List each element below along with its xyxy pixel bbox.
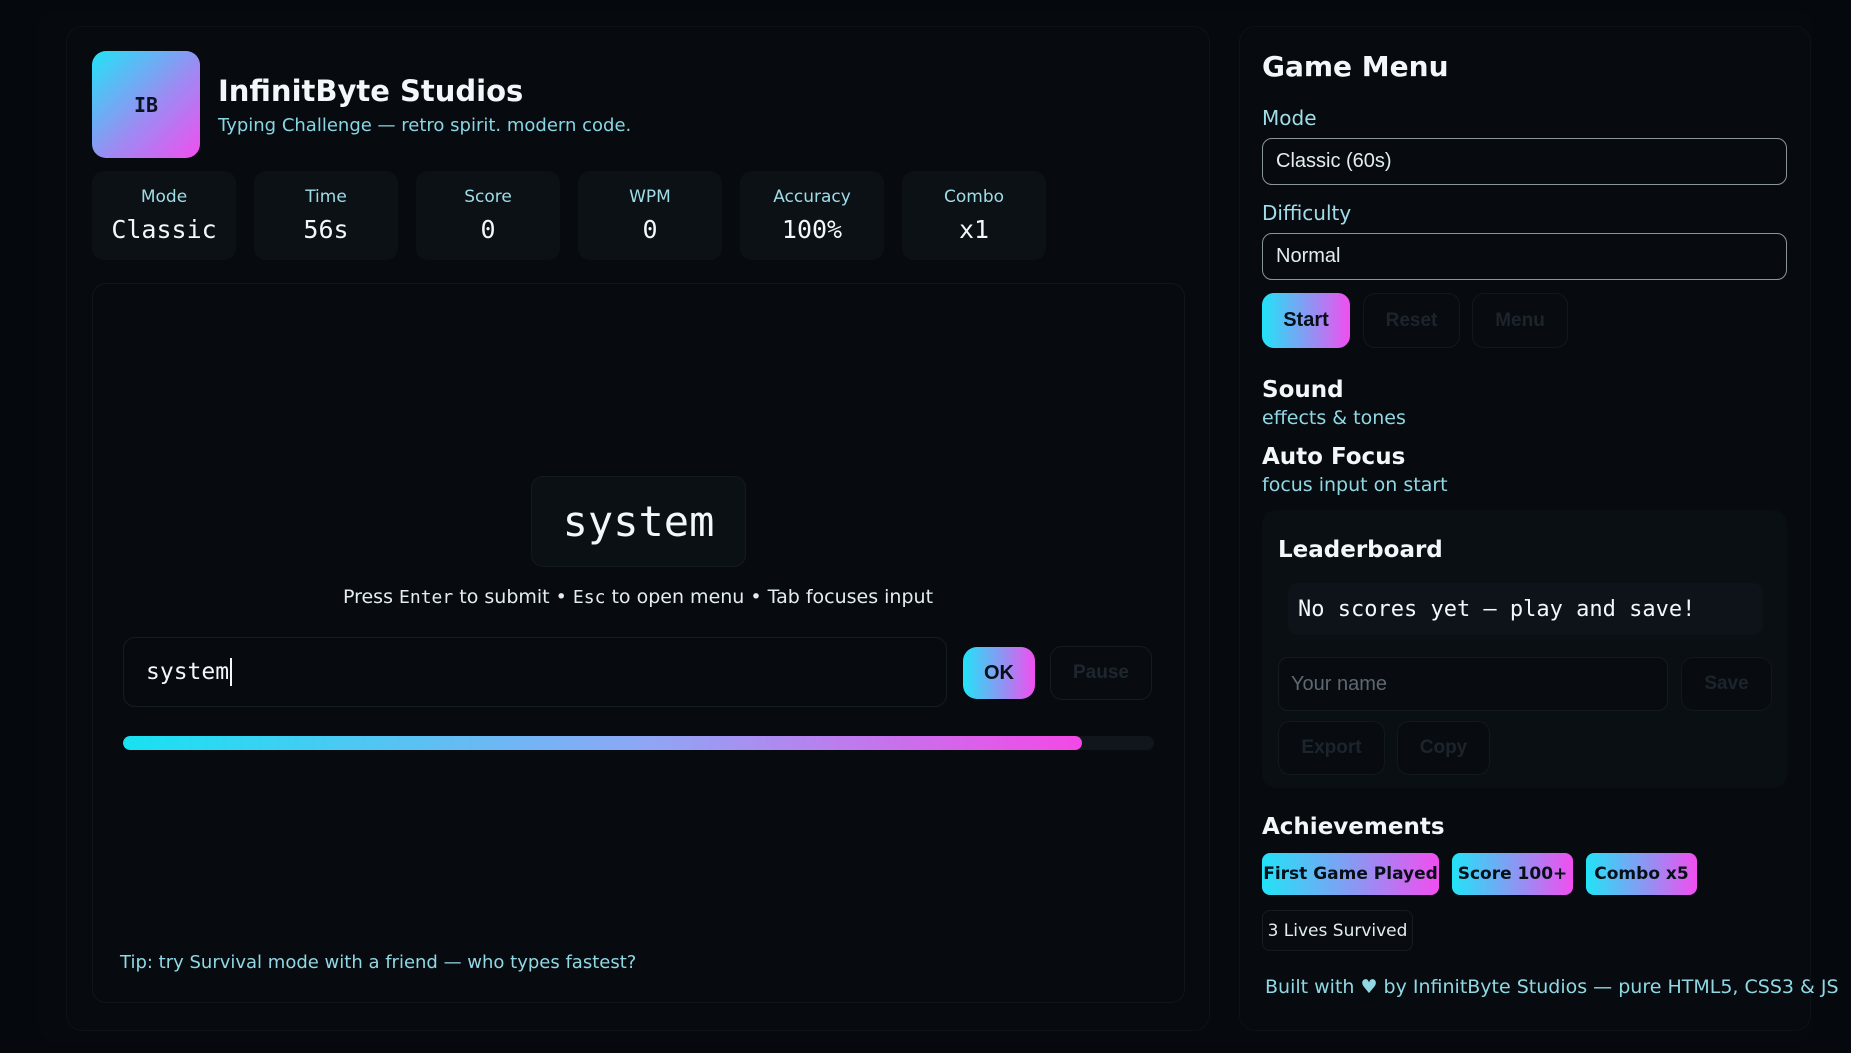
difficulty-label: Difficulty bbox=[1262, 201, 1352, 225]
menu-button[interactable]: Menu bbox=[1472, 293, 1568, 348]
stat-value: 0 bbox=[480, 215, 496, 244]
achievements-title: Achievements bbox=[1262, 814, 1445, 840]
studio-subtitle: Typing Challenge — retro spirit. modern … bbox=[218, 115, 632, 136]
stat-score: Score 0 bbox=[416, 171, 560, 260]
mode-label: Mode bbox=[1262, 106, 1317, 130]
copy-button[interactable]: Copy bbox=[1397, 721, 1490, 775]
leaderboard-title: Leaderboard bbox=[1278, 537, 1443, 563]
stat-value: 100% bbox=[781, 215, 843, 244]
autofocus-toggle-subtitle: focus input on start bbox=[1262, 474, 1448, 496]
esc-key-label: Esc bbox=[572, 587, 606, 608]
stat-value: x1 bbox=[958, 215, 990, 244]
start-button[interactable]: Start bbox=[1262, 293, 1350, 348]
achievement-badge: Combo x5 bbox=[1586, 853, 1697, 895]
stat-label: Mode bbox=[140, 187, 188, 207]
hint-press: Press bbox=[342, 586, 393, 608]
stat-label: Score bbox=[464, 187, 512, 207]
hint-submit: to submit • bbox=[459, 586, 567, 608]
difficulty-select[interactable]: Normal bbox=[1262, 233, 1787, 280]
achievement-badge-locked: 3 Lives Survived bbox=[1262, 910, 1413, 951]
reset-button[interactable]: Reset bbox=[1363, 293, 1460, 348]
studio-title: InfinitByte Studios bbox=[218, 74, 524, 108]
enter-key-label: Enter bbox=[399, 587, 454, 608]
achievement-badge: First Game Played bbox=[1262, 853, 1439, 895]
stat-label: Time bbox=[305, 187, 347, 207]
sound-toggle-title[interactable]: Sound bbox=[1262, 377, 1344, 403]
stat-time: Time 56s bbox=[254, 171, 398, 260]
time-progress-fill bbox=[123, 736, 1082, 750]
autofocus-toggle-title[interactable]: Auto Focus bbox=[1262, 444, 1405, 470]
stat-label: WPM bbox=[629, 187, 671, 207]
ok-button[interactable]: OK bbox=[963, 647, 1035, 699]
typing-input-value: system bbox=[146, 659, 230, 685]
keyboard-hint: Press Enter to submit • Esc to open menu… bbox=[0, 586, 1276, 608]
time-progress-bar bbox=[123, 736, 1154, 750]
current-word: system bbox=[531, 476, 746, 567]
text-caret bbox=[230, 658, 233, 686]
menu-title: Game Menu bbox=[1262, 50, 1449, 83]
pause-button[interactable]: Pause bbox=[1050, 646, 1152, 700]
player-name-input[interactable]: Your name bbox=[1278, 657, 1668, 711]
mode-select[interactable]: Classic (60s) bbox=[1262, 138, 1787, 185]
leaderboard-empty-message: No scores yet — play and save! bbox=[1288, 583, 1763, 635]
stat-label: Accuracy bbox=[773, 187, 851, 207]
sound-toggle-subtitle: effects & tones bbox=[1262, 407, 1406, 429]
stat-label: Combo bbox=[943, 187, 1005, 207]
stat-accuracy: Accuracy 100% bbox=[740, 171, 884, 260]
stat-value: 56s bbox=[303, 215, 349, 244]
logo-text: IB bbox=[133, 92, 159, 117]
tip-text: Tip: try Survival mode with a friend — w… bbox=[120, 952, 637, 973]
hint-menu: to open menu • Tab focuses input bbox=[611, 586, 934, 608]
studio-logo: IB bbox=[92, 51, 200, 158]
typing-input[interactable]: system bbox=[123, 637, 947, 707]
stat-value: Classic bbox=[111, 215, 217, 244]
footer-credit: Built with ♥ by InfinitByte Studios — pu… bbox=[1265, 976, 1839, 998]
achievement-badge: Score 100+ bbox=[1452, 853, 1573, 895]
stat-wpm: WPM 0 bbox=[578, 171, 722, 260]
save-score-button[interactable]: Save bbox=[1681, 657, 1772, 711]
stat-value: 0 bbox=[642, 215, 658, 244]
export-button[interactable]: Export bbox=[1278, 721, 1385, 775]
stat-mode: Mode Classic bbox=[92, 171, 236, 260]
stat-combo: Combo x1 bbox=[902, 171, 1046, 260]
